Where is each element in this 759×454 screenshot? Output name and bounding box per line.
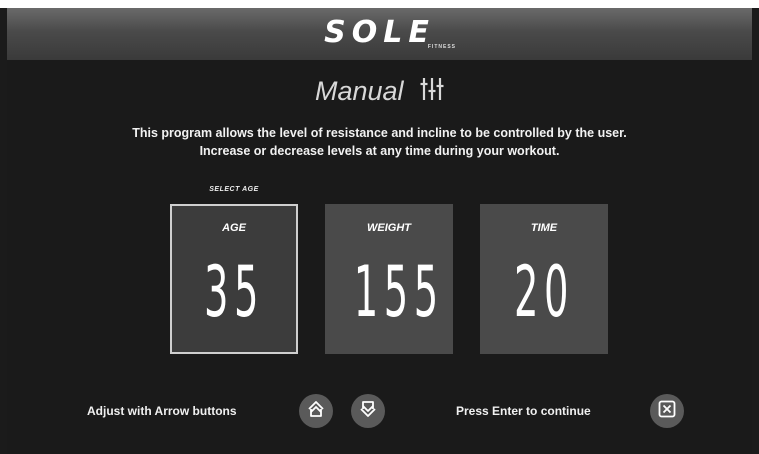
select-prompt: SELECT AGE	[209, 186, 259, 193]
program-description: This program allows the level of resista…	[0, 124, 759, 160]
time-value: 20	[513, 251, 574, 333]
time-label: TIME	[530, 222, 558, 234]
time-tile[interactable]: TIME 20	[480, 204, 608, 354]
program-title: Manual	[314, 76, 404, 106]
enter-button[interactable]	[650, 394, 684, 428]
program-title-row: Manual	[0, 76, 759, 107]
arrow-down-button[interactable]	[351, 394, 385, 428]
sliders-icon	[420, 76, 444, 107]
arrow-up-icon	[306, 399, 326, 424]
arrow-down-icon	[358, 399, 378, 424]
enter-hint: Press Enter to continue	[456, 404, 591, 418]
adjust-hint: Adjust with Arrow buttons	[87, 404, 237, 418]
age-label: AGE	[222, 222, 246, 234]
age-value: 35	[203, 251, 264, 333]
weight-tile[interactable]: WEIGHT 155	[325, 204, 453, 354]
sole-logo: SOLE	[324, 15, 435, 50]
logo-subtitle: FITNESS	[427, 44, 456, 50]
enter-x-icon	[658, 400, 676, 423]
weight-value: 155	[353, 251, 444, 333]
arrow-up-button[interactable]	[299, 394, 333, 428]
header-bar: SOLE FITNESS	[7, 8, 752, 61]
description-line-1: This program allows the level of resista…	[132, 126, 627, 140]
description-line-2: Increase or decrease levels at any time …	[199, 144, 560, 158]
weight-label: WEIGHT	[367, 222, 411, 234]
age-tile[interactable]: AGE 35	[170, 204, 298, 354]
